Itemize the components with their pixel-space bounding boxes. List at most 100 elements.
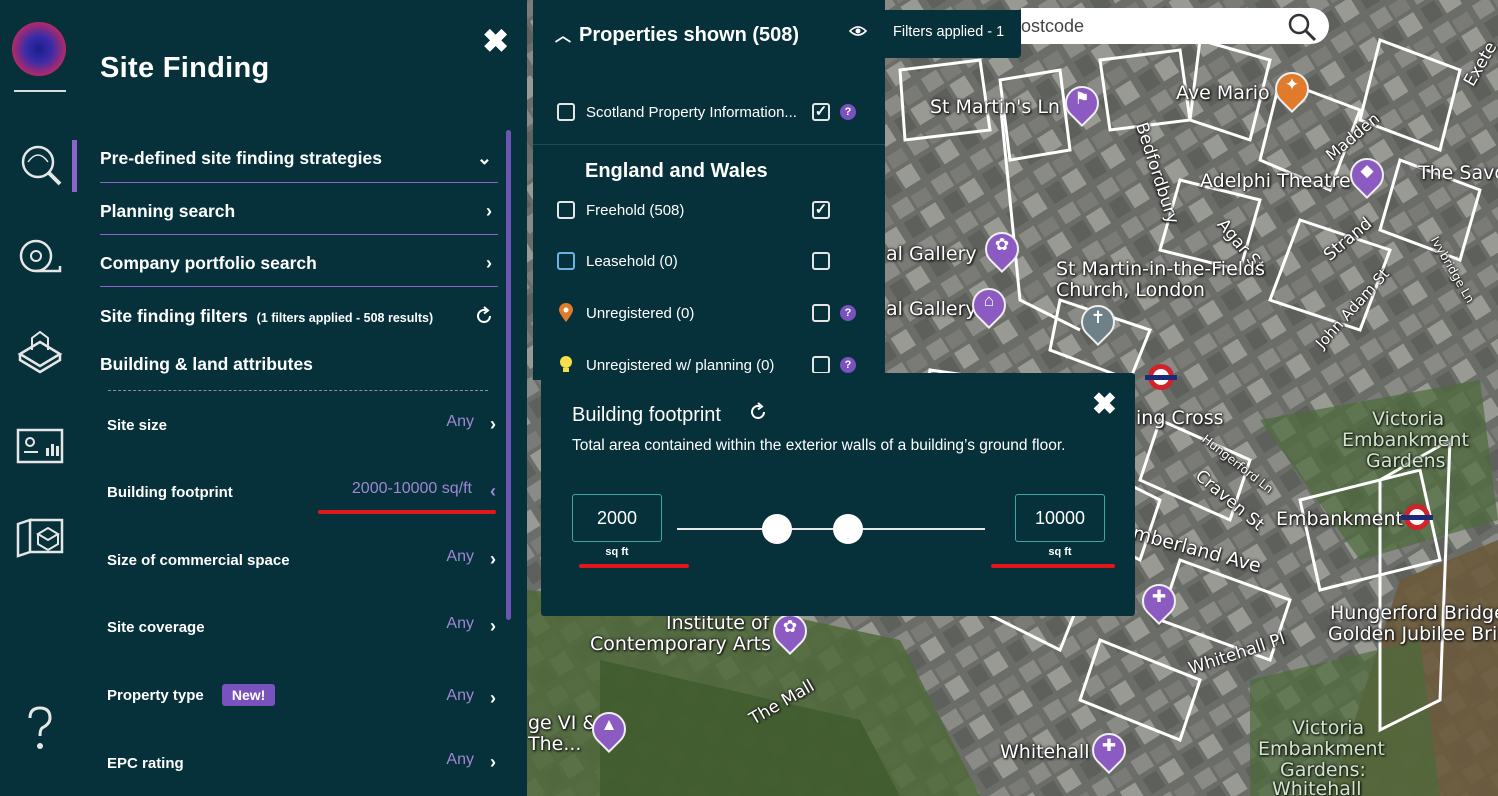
filters-note: (1 filters applied - 508 results) [256, 311, 434, 325]
underground-station-icon[interactable] [1145, 364, 1177, 390]
eye-icon[interactable] [849, 24, 867, 38]
building-footprint-popup: Building footprint ✖ Total area containe… [541, 373, 1135, 616]
map-label: al Gallery [886, 298, 977, 320]
close-panel-button[interactable]: ✖ [482, 22, 509, 60]
filters-applied-tab[interactable]: Filters applied - 1 [885, 10, 1021, 58]
slider-max-handle[interactable] [833, 514, 863, 544]
underground-station-icon[interactable] [1401, 504, 1433, 530]
help-badge-icon[interactable]: ? [840, 305, 856, 321]
section-label: Site finding filters [100, 306, 248, 326]
divider [100, 234, 498, 235]
map-label: Hungerford Bridge [1330, 602, 1498, 624]
map-label: Golden Jubilee Bri [1328, 623, 1498, 645]
map-label: ge VI & [528, 712, 598, 734]
map-label: Contemporary Arts [590, 633, 771, 655]
restaurant-pin-icon[interactable]: ✦ [1267, 64, 1317, 114]
checkbox[interactable] [557, 252, 575, 270]
dashboard-icon[interactable] [16, 422, 64, 470]
row-label: Unregistered (0) [586, 305, 695, 322]
site-size-filter[interactable]: Site size Any › [107, 413, 498, 434]
slider-min-handle[interactable] [762, 514, 792, 544]
filter-value: Any [446, 548, 474, 565]
checkbox[interactable] [812, 356, 830, 374]
active-indicator [72, 140, 77, 192]
map-label: Gardens [1366, 450, 1446, 472]
site-coverage-filter[interactable]: Site coverage Any › [107, 615, 498, 636]
filter-value: Any [446, 687, 474, 704]
section-label: Planning search [100, 201, 236, 221]
filter-label: Site size [107, 417, 168, 434]
chevron-up-icon: ︿ [555, 28, 572, 45]
popup-description: Total area contained within the exterior… [572, 437, 1066, 454]
landmark-pin-icon[interactable]: ✚ [1134, 576, 1184, 626]
site-finding-panel: ✖ Site Finding Pre-defined site finding … [78, 0, 527, 796]
properties-header[interactable]: ︿ Properties shown (508) [555, 22, 799, 47]
panel-title: Site Finding [100, 52, 270, 84]
checkbox-checked[interactable]: ✓ [812, 103, 830, 121]
map-label: Embankment [1342, 429, 1469, 451]
map-label: Adelphi Theatre [1200, 170, 1351, 192]
building-3d-icon[interactable] [16, 328, 64, 376]
building-footprint-filter[interactable]: Building footprint 2000-10000 sq/ft ‹ [107, 480, 498, 501]
help-badge-icon[interactable]: ? [840, 104, 856, 120]
monument-pin-icon[interactable]: ▲ [584, 704, 634, 754]
checkbox[interactable] [812, 252, 830, 270]
max-footprint-input[interactable] [1015, 494, 1105, 542]
app-logo[interactable] [12, 22, 66, 76]
checkbox[interactable] [557, 201, 575, 219]
chevron-right-icon: › [490, 688, 496, 708]
properties-heading: Properties shown (508) [579, 24, 800, 46]
map-label: Embankment [1258, 738, 1385, 760]
chevron-down-icon: ⌄ [476, 148, 492, 168]
scrollbar[interactable] [506, 130, 511, 620]
map-box-icon[interactable] [16, 512, 64, 560]
map-label: Embankment [1276, 508, 1403, 530]
map-label: St Martin's Ln [930, 96, 1060, 118]
reset-icon[interactable] [474, 306, 494, 326]
epc-rating-filter[interactable]: EPC rating Any › [107, 751, 498, 772]
min-footprint-input[interactable] [572, 494, 662, 542]
close-popup-button[interactable]: ✖ [1092, 387, 1117, 422]
planning-search-section[interactable]: Planning search › [100, 201, 498, 222]
measure-tape-icon[interactable] [16, 234, 64, 282]
left-rail [0, 0, 78, 796]
map-label: Ave Mario [1176, 82, 1270, 104]
theatre-pin-icon[interactable]: ⚑ [1057, 78, 1107, 128]
checkbox[interactable] [812, 304, 830, 322]
slider-track[interactable] [677, 528, 985, 530]
search-icon[interactable] [1287, 12, 1317, 42]
map-label: Whitehall [1272, 778, 1362, 796]
reset-icon[interactable] [748, 402, 768, 422]
filter-label: Building footprint [107, 484, 233, 501]
map-label: Church, London [1056, 279, 1205, 301]
help-badge-icon[interactable]: ? [840, 357, 856, 373]
museum-pin-icon[interactable]: ⌂ [964, 280, 1014, 330]
postcode-search-input[interactable] [1021, 8, 1281, 44]
predefined-strategies-section[interactable]: Pre-defined site finding strategies ⌄ [100, 148, 498, 169]
help-icon[interactable] [16, 704, 64, 752]
filter-value: Any [446, 615, 474, 632]
company-portfolio-section[interactable]: Company portfolio search › [100, 253, 498, 274]
min-unit-label: sq ft [605, 546, 629, 558]
filter-value: 2000-10000 sq/ft [351, 480, 472, 497]
search-box [1021, 8, 1329, 44]
property-type-filter[interactable]: Property type New! Any › [107, 684, 498, 708]
divider [100, 182, 498, 183]
chevron-right-icon: › [490, 752, 496, 772]
checkbox-checked[interactable]: ✓ [812, 201, 830, 219]
section-label: Pre-defined site finding strategies [100, 148, 382, 168]
map-label: Victoria [1292, 717, 1365, 739]
filter-label: Size of commercial space [107, 552, 290, 569]
divider [100, 286, 498, 287]
art-gallery-pin-icon[interactable]: ✿ [977, 224, 1027, 274]
chevron-right-icon: › [490, 414, 496, 434]
theatre-pin-icon[interactable]: ◆ [1342, 150, 1392, 200]
landmark-pin-icon[interactable]: ✚ [1084, 725, 1134, 775]
filter-label: EPC rating [107, 755, 184, 772]
checkbox[interactable] [557, 103, 575, 121]
commercial-space-filter[interactable]: Size of commercial space Any › [107, 548, 498, 569]
church-pin-icon[interactable]: ✝ [1073, 297, 1123, 347]
art-gallery-pin-icon[interactable]: ✿ [765, 606, 815, 656]
chevron-right-icon: › [490, 616, 496, 636]
site-finding-icon[interactable] [16, 142, 64, 190]
